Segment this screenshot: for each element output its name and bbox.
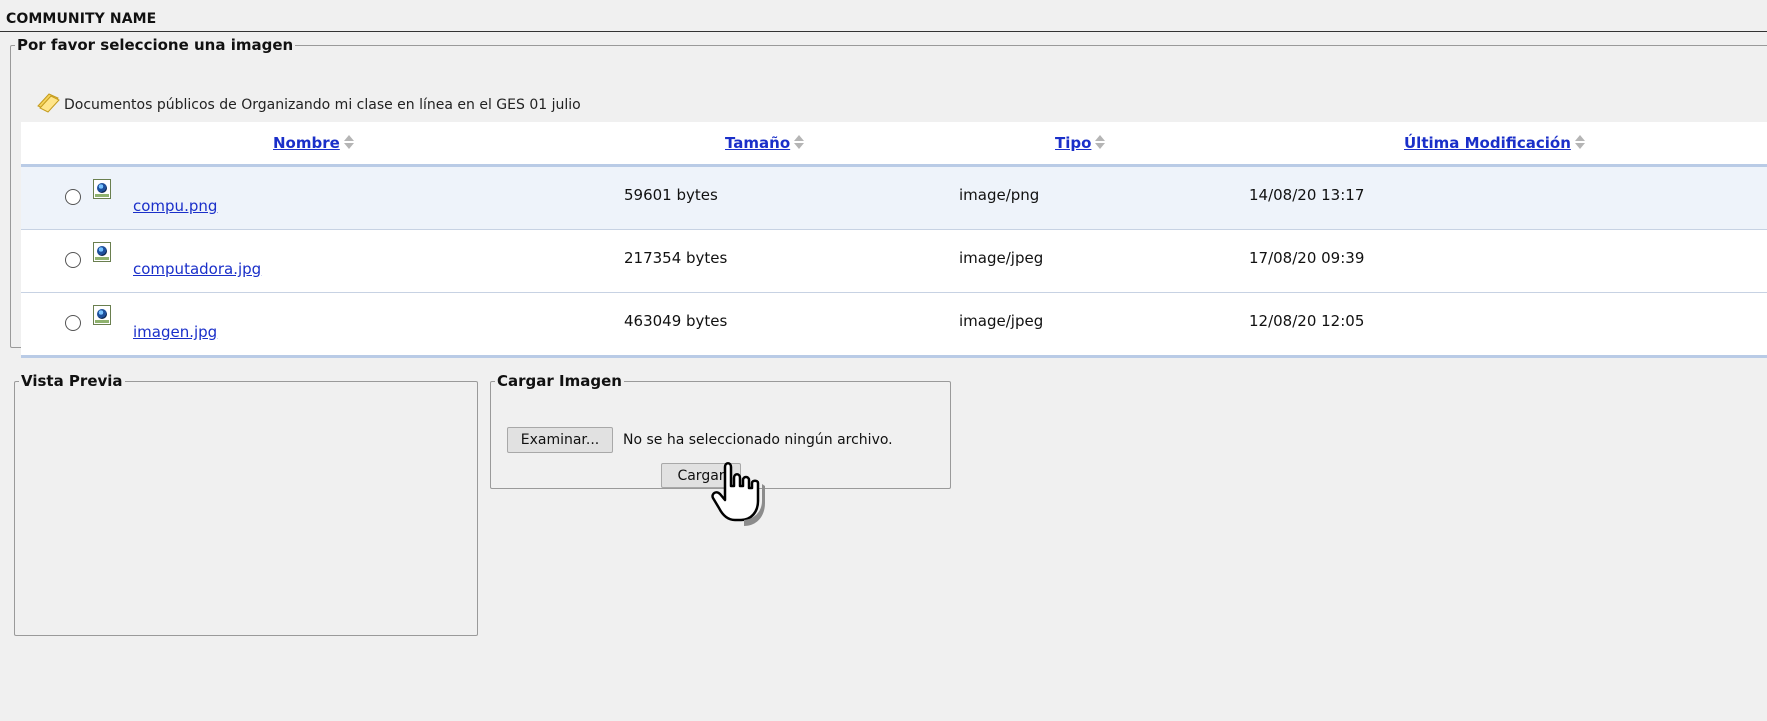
- image-file-icon: [93, 305, 111, 325]
- table-row[interactable]: computadora.jpg 217354 bytes image/jpeg …: [21, 230, 1767, 293]
- file-type: image/jpeg: [959, 312, 1044, 330]
- sort-by-tamano-link[interactable]: Tamaño: [725, 134, 790, 152]
- file-type: image/png: [959, 186, 1040, 204]
- select-file-radio[interactable]: [65, 252, 81, 268]
- upload-legend: Cargar Imagen: [497, 372, 622, 390]
- image-file-icon: [93, 242, 111, 262]
- file-modified-date: 12/08/20 12:05: [1249, 312, 1365, 330]
- column-header-tipo[interactable]: Tipo: [1055, 134, 1105, 152]
- folder-breadcrumb: Documentos públicos de Organizando mi cl…: [35, 93, 581, 116]
- file-link[interactable]: computadora.jpg: [133, 260, 261, 278]
- sort-by-modificacion-link[interactable]: Última Modificación: [1404, 134, 1571, 152]
- file-modified-date: 14/08/20 13:17: [1249, 186, 1365, 204]
- image-select-panel: Por favor seleccione una imagen Document…: [10, 36, 1767, 358]
- file-size: 217354 bytes: [624, 249, 728, 267]
- file-table: Nombre Tamaño Tipo Última Modificación c…: [21, 122, 1767, 358]
- file-type: image/jpeg: [959, 249, 1044, 267]
- table-row[interactable]: compu.png 59601 bytes image/png 14/08/20…: [21, 167, 1767, 230]
- column-header-tamano[interactable]: Tamaño: [725, 134, 804, 152]
- sort-arrows-icon[interactable]: [794, 135, 804, 149]
- column-header-nombre[interactable]: Nombre: [273, 134, 354, 152]
- preview-panel: Vista Previa: [14, 372, 478, 636]
- page: COMMUNITY NAME Por favor seleccione una …: [0, 0, 1767, 721]
- file-size: 59601 bytes: [624, 186, 718, 204]
- file-link[interactable]: compu.png: [133, 197, 217, 215]
- no-file-selected-text: No se ha seleccionado ningún archivo.: [623, 432, 893, 448]
- sort-by-nombre-link[interactable]: Nombre: [273, 134, 340, 152]
- community-name: COMMUNITY NAME: [6, 11, 157, 27]
- image-select-legend: Por favor seleccione una imagen: [17, 36, 294, 54]
- table-header: Nombre Tamaño Tipo Última Modificación: [21, 122, 1767, 167]
- browse-button[interactable]: Examinar...: [507, 427, 613, 453]
- column-header-ultima-modificacion[interactable]: Última Modificación: [1404, 134, 1585, 152]
- sort-arrows-icon[interactable]: [1575, 135, 1585, 149]
- folder-icon: [37, 93, 60, 113]
- sort-arrows-icon[interactable]: [344, 135, 354, 149]
- file-chooser: Examinar... No se ha seleccionado ningún…: [507, 427, 893, 453]
- file-modified-date: 17/08/20 09:39: [1249, 249, 1365, 267]
- preview-legend: Vista Previa: [21, 372, 123, 390]
- community-header: COMMUNITY NAME: [0, 9, 1767, 32]
- sort-arrows-icon[interactable]: [1095, 135, 1105, 149]
- file-size: 463049 bytes: [624, 312, 728, 330]
- table-row[interactable]: imagen.jpg 463049 bytes image/jpeg 12/08…: [21, 293, 1767, 358]
- select-file-radio[interactable]: [65, 315, 81, 331]
- select-file-radio[interactable]: [65, 189, 81, 205]
- sort-by-tipo-link[interactable]: Tipo: [1055, 134, 1091, 152]
- image-file-icon: [93, 179, 111, 199]
- hand-cursor-icon: [711, 462, 765, 526]
- file-link[interactable]: imagen.jpg: [133, 323, 217, 341]
- folder-path-text: Documentos públicos de Organizando mi cl…: [64, 97, 581, 113]
